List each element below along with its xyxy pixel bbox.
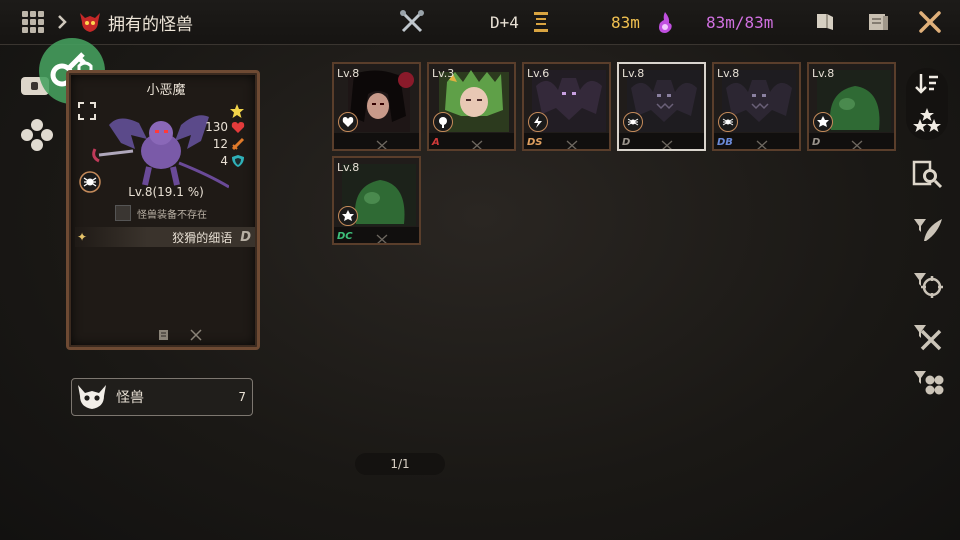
equipment-slot[interactable]: 怪兽装备不存在 xyxy=(115,205,207,221)
grid-icon xyxy=(22,11,44,33)
monster-cell[interactable]: Lv.6 DS xyxy=(522,62,611,151)
rank-star xyxy=(229,103,245,119)
heart-icon xyxy=(231,121,245,133)
crossed-swords-small-icon xyxy=(189,327,203,346)
monster-cell[interactable]: Lv.8 DC xyxy=(332,156,421,245)
equipment-text: 怪兽装备不存在 xyxy=(137,209,207,221)
monster-detail-card: 小恶魔 130 12 4 Lv.8(19.1 %) 怪兽装备不存在 ✦ 狡猾的细… xyxy=(66,70,260,350)
group-filter-button[interactable] xyxy=(908,364,948,400)
scroll-icon[interactable] xyxy=(866,0,890,44)
tree-type-icon xyxy=(433,112,453,132)
heart-type-icon xyxy=(338,112,358,132)
monster-level: Lv.8 xyxy=(717,67,740,80)
monster-grade: DB xyxy=(717,137,733,148)
attack-stat: 12 xyxy=(213,137,245,151)
sword-icon xyxy=(231,137,245,151)
crossed-swords-icon xyxy=(756,136,768,149)
sort-descending-icon xyxy=(915,74,938,94)
top-bar: 拥有的怪兽 D+4 83m 83m/83m xyxy=(0,0,960,45)
bolt-type-icon xyxy=(528,112,548,132)
search-filter-button[interactable] xyxy=(908,156,948,192)
monster-grade: DC xyxy=(337,231,353,242)
monster-level: Lv.8 xyxy=(622,67,645,80)
spider-type-icon xyxy=(718,112,738,132)
skill-grade: D xyxy=(240,229,251,245)
shield-icon xyxy=(232,155,244,167)
day-counter: D+4 xyxy=(490,12,519,32)
monster-cell[interactable]: Lv.8 D xyxy=(617,62,706,151)
monster-name: 小恶魔 xyxy=(146,83,186,98)
filter-swords-icon xyxy=(914,325,942,351)
page-title: 拥有的怪兽 xyxy=(108,14,193,35)
close-icon xyxy=(919,11,941,33)
skill-filter-button[interactable] xyxy=(908,212,948,248)
book-icon[interactable] xyxy=(814,0,836,44)
clover-icon xyxy=(21,119,53,151)
skill-row[interactable]: ✦ 狡猾的细语 D xyxy=(75,227,255,247)
monster-category-label: 怪兽 xyxy=(116,390,144,406)
defense-value: 4 xyxy=(220,154,228,168)
magnifier-icon xyxy=(912,160,943,189)
sparkle-icon: ✦ xyxy=(77,230,88,244)
monster-level: Lv.8 xyxy=(812,67,835,80)
sort-order-button[interactable] xyxy=(914,71,940,101)
monster-level: Lv.8 xyxy=(337,67,360,80)
hp-stat: 130 xyxy=(205,120,245,134)
monster-level: Lv.3 xyxy=(432,67,455,80)
filter-quill-icon xyxy=(914,219,942,241)
monster-cell[interactable]: Lv.8 DB xyxy=(712,62,801,151)
monster-cell[interactable]: Lv.8 xyxy=(332,62,421,151)
level-progress: Lv.8(19.1 %) xyxy=(128,185,204,199)
stars-icon xyxy=(913,108,941,132)
monster-count: 7 xyxy=(238,390,246,404)
crossed-swords-icon xyxy=(566,136,578,149)
gold-amount: 83m xyxy=(611,12,640,32)
close-button[interactable] xyxy=(918,0,942,44)
target-filter-button[interactable] xyxy=(908,266,948,302)
hp-value: 130 xyxy=(205,120,228,134)
monster-level: Lv.6 xyxy=(527,67,550,80)
monster-grade: D xyxy=(812,137,821,148)
spider-type-icon xyxy=(623,112,643,132)
monster-grade: A xyxy=(432,137,440,148)
hourglass-icon xyxy=(532,0,550,44)
monster-grade: D xyxy=(622,137,631,148)
horned-skull-icon xyxy=(78,385,106,409)
star-type-icon xyxy=(338,206,358,226)
equipment-empty-icon xyxy=(115,205,131,221)
soul-flame-icon xyxy=(655,0,675,44)
soul-amount: 83m/83m xyxy=(706,12,774,32)
star-type-icon xyxy=(813,112,833,132)
crossed-swords-icon xyxy=(471,136,483,149)
sort-panel xyxy=(906,68,948,140)
crossed-swords-icon xyxy=(376,230,388,243)
crossed-swords-icon xyxy=(661,136,673,149)
skill-name: 狡猾的细语 xyxy=(172,230,233,245)
crossed-swords-icon xyxy=(851,136,863,149)
attack-value: 12 xyxy=(212,137,228,151)
monster-level: Lv.8 xyxy=(337,161,360,174)
sort-by-rank-button[interactable] xyxy=(912,107,942,137)
defense-stat: 4 xyxy=(220,154,245,168)
crossed-swords-icon xyxy=(376,136,388,149)
filter-target-icon xyxy=(914,273,943,298)
monster-grade: DS xyxy=(527,137,543,148)
crossed-tools-icon[interactable] xyxy=(398,0,426,44)
battle-filter-button[interactable] xyxy=(908,318,948,354)
monster-cell[interactable]: Lv.3 A xyxy=(427,62,516,151)
team-tab[interactable] xyxy=(18,116,56,158)
monster-category-button[interactable]: 怪兽 7 xyxy=(71,378,253,416)
page-indicator: 1/1 xyxy=(355,453,445,475)
filter-dots-icon xyxy=(914,371,944,395)
monster-cell[interactable]: Lv.8 D xyxy=(807,62,896,151)
star-icon xyxy=(230,104,244,118)
scroll-small-icon xyxy=(157,327,171,346)
